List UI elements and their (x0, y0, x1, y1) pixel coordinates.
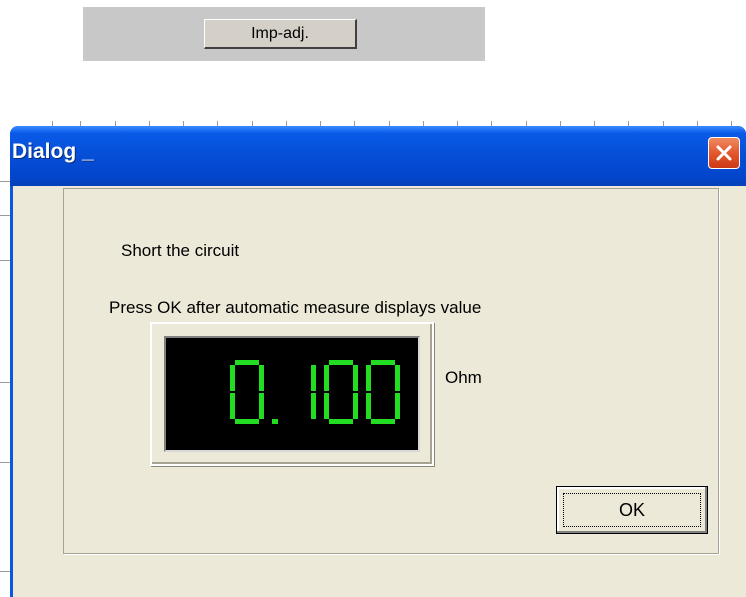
instruction-short-circuit: Short the circuit (121, 241, 240, 260)
lcd-segment-c (395, 393, 400, 419)
lcd-segment-c (353, 393, 358, 419)
dialog-title: Dialog _ (12, 140, 94, 163)
lcd-screen (164, 336, 420, 452)
lcd-segment-d (235, 419, 259, 424)
close-x-icon (716, 145, 732, 161)
lcd-digit (230, 360, 264, 424)
ok-focus-rect: OK (563, 493, 701, 527)
ruler-tick (0, 571, 10, 572)
ruler-tick (0, 382, 10, 383)
lcd-segment-e (366, 393, 371, 419)
lcd-digit (366, 360, 400, 424)
lcd-segment-b (353, 365, 358, 391)
dialog-window: Dialog _ Short the circuit Press OK afte… (10, 126, 746, 597)
imp-adj-button[interactable]: Imp-adj. (204, 19, 357, 49)
ruler-tick (0, 462, 10, 463)
unit-label: Ohm (445, 368, 482, 387)
lcd-digit (311, 365, 316, 419)
lcd-segment-d (329, 419, 353, 424)
instruction-press-ok: Press OK after automatic measure display… (109, 298, 482, 317)
lcd-digit (324, 360, 358, 424)
lcd-segment-dp (272, 419, 278, 424)
lcd-segment-b (311, 365, 316, 391)
lcd-segment-e (324, 393, 329, 419)
lcd-readout (230, 360, 400, 424)
ruler-tick (0, 215, 10, 216)
lcd-segment-b (259, 365, 264, 391)
lcd-segment-a (371, 360, 395, 365)
lcd-segment-a (235, 360, 259, 365)
lcd-segment-f (230, 365, 235, 391)
lcd-segment-a (329, 360, 353, 365)
ruler-tick (0, 260, 10, 261)
lcd-segment-c (259, 393, 264, 419)
lcd-segment-e (230, 393, 235, 419)
top-toolbar: Imp-adj. (83, 7, 485, 61)
dialog-client-area: Short the circuit Press OK after automat… (10, 186, 746, 597)
ruler-tick (0, 181, 10, 182)
lcd-segment-d (371, 419, 395, 424)
lcd-segment-c (311, 393, 316, 419)
ok-label: OK (618, 499, 645, 520)
lcd-segment-f (324, 365, 329, 391)
ok-button[interactable]: OK (556, 486, 708, 534)
imp-adj-label: Imp-adj. (251, 24, 309, 42)
dialog-titlebar[interactable]: Dialog _ (10, 126, 746, 186)
close-button[interactable] (708, 137, 740, 169)
lcd-segment-b (395, 365, 400, 391)
measurement-display (150, 322, 434, 466)
lcd-segment-f (366, 365, 371, 391)
